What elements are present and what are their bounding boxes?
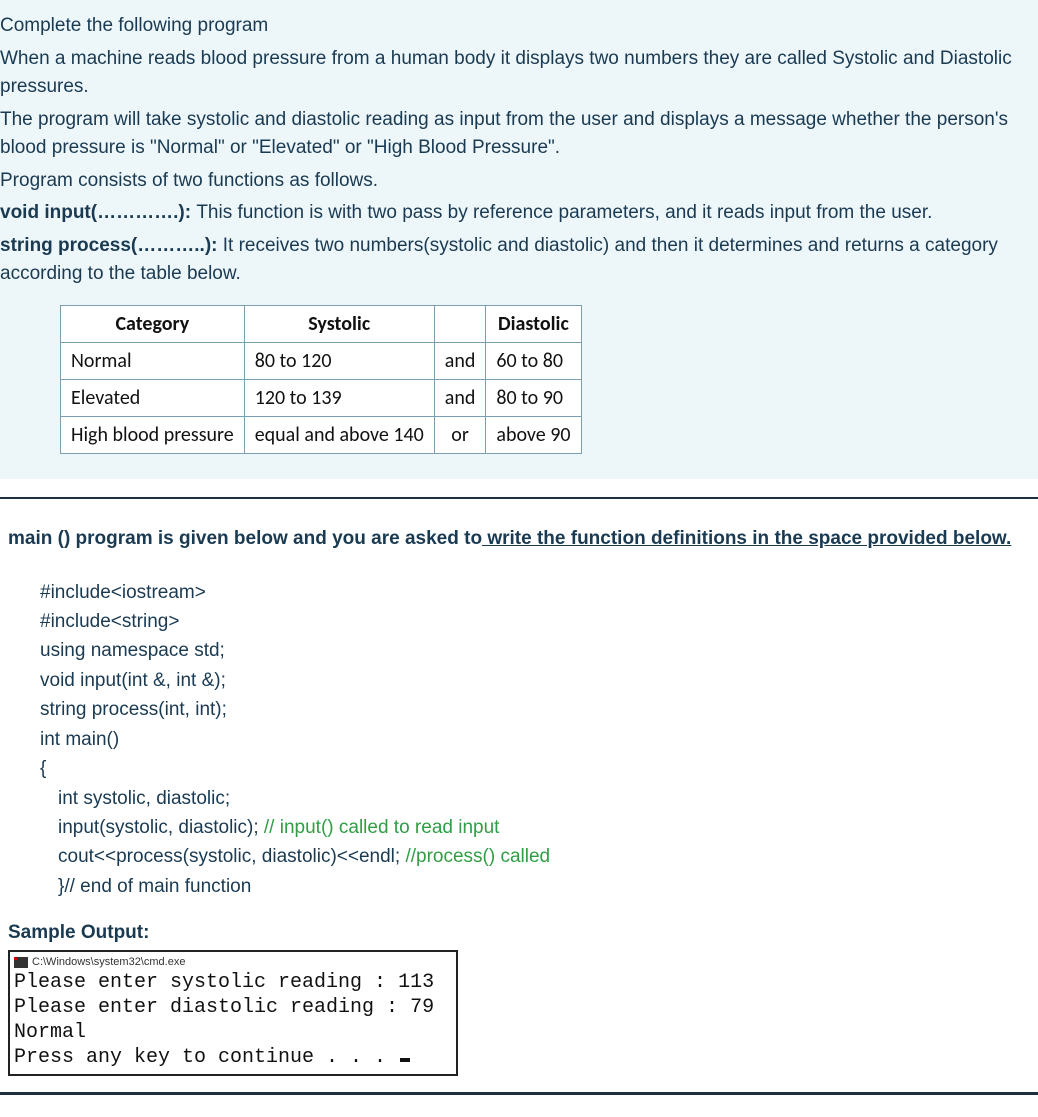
cell-conj: or xyxy=(434,416,486,453)
code-line: #include<iostream> xyxy=(40,578,1038,607)
code-text: input(systolic, diastolic); xyxy=(58,817,264,838)
table-row: Elevated 120 to 139 and 80 to 90 xyxy=(61,379,582,416)
console-title-text: C:\Windows\system32\cmd.exe xyxy=(32,954,185,971)
description-2: The program will take systolic and diast… xyxy=(0,106,1038,163)
console-line: Please enter systolic reading : 113 xyxy=(14,971,434,994)
code-line: string process(int, int); xyxy=(40,695,1038,724)
instruction-underlined: write the function definitions in the sp… xyxy=(482,528,1011,549)
console-line: Press any key to continue . . . xyxy=(14,1046,398,1069)
cell-category: High blood pressure xyxy=(61,416,245,453)
description-3: Program consists of two functions as fol… xyxy=(0,167,1038,196)
th-category: Category xyxy=(61,305,245,342)
category-table-wrap: Category Systolic Diastolic Normal 80 to… xyxy=(60,305,582,454)
code-line: void input(int &, int &); xyxy=(40,666,1038,695)
code-line: { xyxy=(40,754,1038,783)
code-block: #include<iostream> #include<string> usin… xyxy=(40,578,1038,902)
cell-diastolic: above 90 xyxy=(486,416,581,453)
section-divider xyxy=(0,497,1038,499)
problem-statement-section: Complete the following program When a ma… xyxy=(0,0,1038,479)
th-diastolic: Diastolic xyxy=(486,305,581,342)
console-body: Please enter systolic reading : 113 Plea… xyxy=(14,970,452,1070)
bottom-divider xyxy=(0,1092,1038,1095)
function-2-name: string process(………..): xyxy=(0,235,223,256)
cell-category: Normal xyxy=(61,342,245,379)
code-section: main () program is given below and you a… xyxy=(0,507,1038,1086)
description-1: When a machine reads blood pressure from… xyxy=(0,45,1038,102)
code-comment: // input() called to read input xyxy=(264,817,500,838)
code-text: cout<<process(systolic, diastolic)<<endl… xyxy=(58,846,405,867)
th-systolic: Systolic xyxy=(244,305,434,342)
cell-systolic: 120 to 139 xyxy=(244,379,434,416)
code-line: int systolic, diastolic; xyxy=(58,784,1038,813)
console-line: Please enter diastolic reading : 79 xyxy=(14,996,434,1019)
cmd-icon xyxy=(14,957,28,968)
code-comment: //process() called xyxy=(405,846,550,867)
cell-diastolic: 60 to 80 xyxy=(486,342,581,379)
bp-category-table: Category Systolic Diastolic Normal 80 to… xyxy=(60,305,582,454)
cell-conj: and xyxy=(434,379,486,416)
code-line: using namespace std; xyxy=(40,636,1038,665)
cursor-icon xyxy=(400,1058,410,1062)
cell-conj: and xyxy=(434,342,486,379)
instruction-prefix: main () program is given below and you a… xyxy=(8,528,482,549)
function-1-name: void input(………….): xyxy=(0,202,196,223)
function-2-desc: string process(………..): It receives two n… xyxy=(0,232,1038,289)
cell-diastolic: 80 to 90 xyxy=(486,379,581,416)
main-instruction: main () program is given below and you a… xyxy=(8,525,1038,554)
code-line: cout<<process(systolic, diastolic)<<endl… xyxy=(58,842,1038,871)
function-1-desc: void input(………….): This function is with… xyxy=(0,199,1038,228)
console-line: Normal xyxy=(14,1021,86,1044)
function-1-text: This function is with two pass by refere… xyxy=(196,202,932,223)
code-line: }// end of main function xyxy=(58,872,1038,901)
cell-systolic: 80 to 120 xyxy=(244,342,434,379)
console-window: C:\Windows\system32\cmd.exe Please enter… xyxy=(8,950,458,1077)
table-header-row: Category Systolic Diastolic xyxy=(61,305,582,342)
code-line: #include<string> xyxy=(40,607,1038,636)
code-line: input(systolic, diastolic); // input() c… xyxy=(58,813,1038,842)
table-row: Normal 80 to 120 and 60 to 80 xyxy=(61,342,582,379)
console-titlebar: C:\Windows\system32\cmd.exe xyxy=(14,954,452,971)
sample-output-heading: Sample Output: xyxy=(8,919,1038,948)
heading: Complete the following program xyxy=(0,12,1038,41)
cell-systolic: equal and above 140 xyxy=(244,416,434,453)
table-row: High blood pressure equal and above 140 … xyxy=(61,416,582,453)
th-blank xyxy=(434,305,486,342)
code-line: int main() xyxy=(40,725,1038,754)
cell-category: Elevated xyxy=(61,379,245,416)
